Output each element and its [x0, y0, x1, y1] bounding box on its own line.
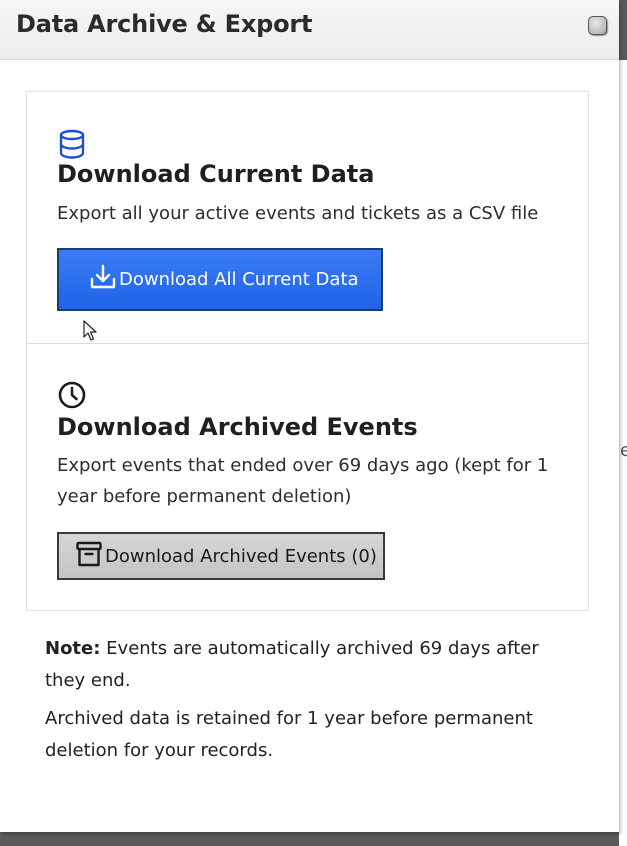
- current-data-title: Download Current Data: [57, 160, 375, 188]
- download-archived-events-button[interactable]: Download Archived Events (0): [57, 532, 385, 580]
- close-button[interactable]: [588, 16, 607, 35]
- database-icon: [58, 129, 86, 163]
- archive-box-icon: [75, 540, 103, 573]
- archive-note: Note: Events are automatically archived …: [45, 633, 565, 773]
- download-archived-events-label: Download Archived Events (0): [105, 545, 377, 567]
- note-line-1: Note: Events are automatically archived …: [45, 633, 565, 697]
- download-current-data-button[interactable]: Download All Current Data: [57, 248, 383, 311]
- archived-events-description: Export events that ended over 69 days ag…: [57, 455, 549, 507]
- current-data-description: Export all your active events and ticket…: [57, 203, 539, 224]
- note-text-2: Archived data is retained for 1 year bef…: [45, 708, 533, 761]
- mouse-pointer-icon: [83, 320, 97, 346]
- download-current-data-label: Download All Current Data: [119, 269, 359, 290]
- section-divider: [27, 343, 588, 344]
- note-label: Note:: [45, 638, 101, 659]
- archived-events-title: Download Archived Events: [57, 413, 418, 441]
- note-line-2: Archived data is retained for 1 year bef…: [45, 703, 565, 767]
- background-text-fragment: e: [620, 440, 627, 461]
- modal-header: Data Archive & Export: [0, 0, 619, 60]
- clock-icon: [57, 380, 87, 414]
- background-page-edge: e: [619, 60, 627, 846]
- download-icon: [89, 264, 117, 295]
- modal-title: Data Archive & Export: [16, 10, 313, 38]
- note-text-1: Events are automatically archived 69 day…: [45, 638, 539, 691]
- archive-export-modal: Data Archive & Export Download Current D…: [0, 0, 619, 832]
- export-options-card: Download Current Data Export all your ac…: [26, 91, 589, 611]
